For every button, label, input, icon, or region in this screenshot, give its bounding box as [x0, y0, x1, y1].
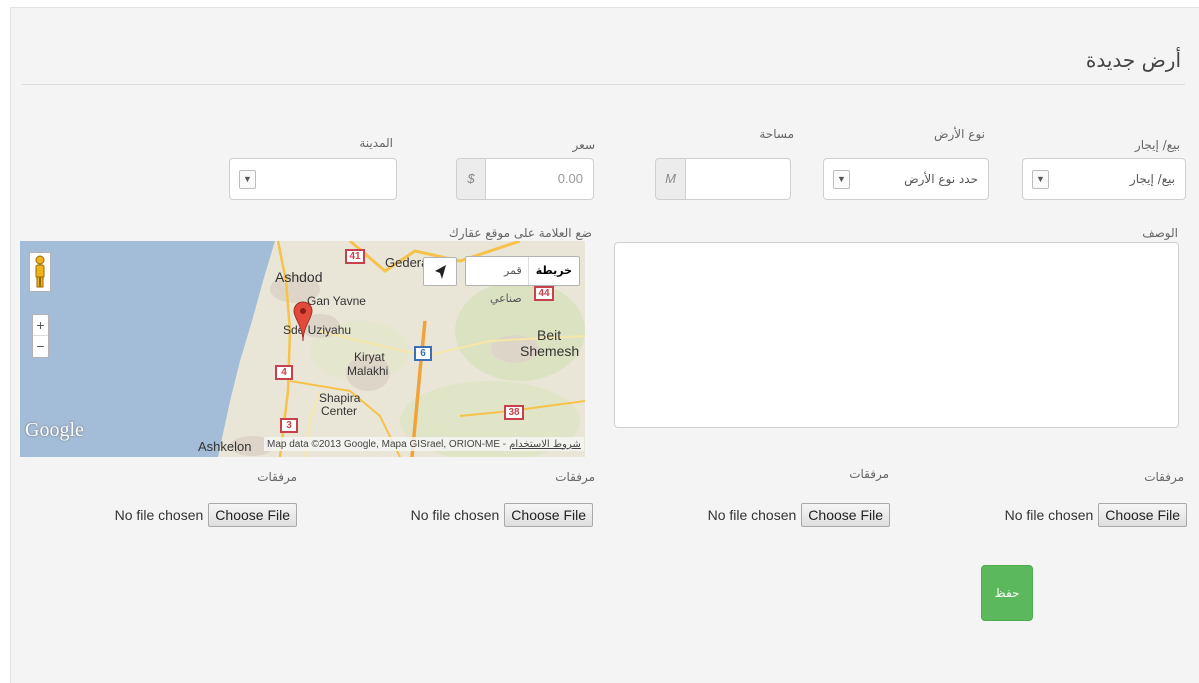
file-status: No file chosen	[707, 507, 797, 523]
attachment-label-4: مرفقات	[257, 470, 297, 484]
chevron-down-icon: ▼	[1032, 170, 1049, 189]
road-shield: 3	[280, 418, 298, 433]
location-marker-icon[interactable]	[293, 301, 313, 353]
map-place-label: Malakhi	[347, 364, 389, 378]
description-textarea[interactable]	[614, 242, 1179, 428]
land-type-select[interactable]: حدد نوع الأرض ▼	[823, 158, 989, 200]
map-attribution-text: Map data ©2013 Google, Mapa GISrael, ORI…	[267, 438, 507, 450]
attachment-file-input-4[interactable]: No file chosen Choose File	[115, 503, 297, 527]
location-map[interactable]: Ashdod Gedera Gan Yavne Sde Uziyahu Kiry…	[20, 241, 585, 457]
google-logo: Google	[25, 419, 84, 441]
save-button[interactable]: حفظ	[981, 565, 1033, 621]
map-place-label: Ashdod	[275, 269, 323, 285]
area-input[interactable]	[685, 158, 791, 200]
attachment-file-input-3[interactable]: No file chosen Choose File	[411, 503, 593, 527]
chevron-down-icon: ▼	[833, 170, 850, 189]
land-type-label: نوع الأرض	[934, 127, 985, 141]
attachment-label-3: مرفقات	[555, 470, 595, 484]
map-type-control: خريطة قمر صناعي	[465, 256, 580, 305]
road-shield: 38	[504, 405, 524, 420]
map-zoom-control: + −	[32, 314, 49, 358]
choose-file-button[interactable]: Choose File	[208, 503, 297, 527]
price-label: سعر	[572, 138, 595, 152]
land-type-value: حدد نوع الأرض	[904, 172, 978, 186]
city-label: المدينة	[359, 136, 393, 150]
road-shield: 41	[345, 249, 365, 264]
road-shield: 6	[414, 346, 432, 361]
sale-rent-value: بيع/ إيجار	[1129, 172, 1175, 186]
price-input[interactable]: 0.00	[485, 158, 594, 200]
map-place-label: Gan Yavne	[307, 294, 366, 308]
area-unit-addon: M	[655, 158, 685, 200]
price-input-group: $ 0.00	[456, 158, 594, 200]
map-type-satellite-button[interactable]: قمر صناعي	[466, 257, 528, 305]
map-place-label: Kiryat	[354, 350, 385, 364]
area-label: مساحة	[759, 127, 794, 141]
map-place-label: Center	[321, 404, 358, 418]
map-place-label: Gedera	[385, 255, 429, 270]
attachment-label-1: مرفقات	[1144, 470, 1184, 484]
map-place-label: Ashkelon	[198, 439, 252, 454]
navigation-arrow-icon	[435, 265, 446, 279]
zoom-in-button[interactable]: +	[33, 315, 48, 336]
area-input-group: M	[655, 158, 791, 200]
map-place-label: Beit	[537, 327, 562, 343]
file-status: No file chosen	[114, 507, 204, 523]
choose-file-button[interactable]: Choose File	[504, 503, 593, 527]
map-attribution: Map data ©2013 Google, Mapa GISrael, ORI…	[264, 437, 584, 451]
road-shield: 4	[275, 365, 293, 380]
zoom-out-button[interactable]: −	[33, 336, 48, 357]
title-divider	[22, 84, 1185, 85]
attachment-file-input-1[interactable]: No file chosen Choose File	[1005, 503, 1187, 527]
currency-addon: $	[456, 158, 485, 200]
map-label: ضع العلامة على موقع عقارك	[448, 226, 592, 240]
choose-file-button[interactable]: Choose File	[1098, 503, 1187, 527]
page-title: أرض جديدة	[1085, 48, 1181, 72]
attachment-file-input-2[interactable]: No file chosen Choose File	[708, 503, 890, 527]
chevron-down-icon: ▼	[239, 170, 256, 189]
sale-rent-select[interactable]: بيع/ إيجار ▼	[1022, 158, 1186, 200]
file-status: No file chosen	[410, 507, 500, 523]
road-shield: 44	[534, 286, 554, 301]
map-terms-link[interactable]: شروط الاستخدام	[509, 439, 581, 450]
description-label: الوصف	[1142, 226, 1178, 240]
street-view-pegman-icon[interactable]	[29, 252, 51, 292]
locate-button[interactable]	[423, 257, 457, 286]
map-place-label: Shemesh	[520, 343, 580, 359]
city-select[interactable]: ▼	[229, 158, 397, 200]
attachment-label-2: مرفقات	[849, 467, 889, 481]
file-status: No file chosen	[1004, 507, 1094, 523]
map-type-map-button[interactable]: خريطة	[527, 257, 579, 285]
sale-rent-label: بيع/ إيجار	[1134, 138, 1180, 152]
map-place-label: Shapira	[319, 391, 361, 405]
choose-file-button[interactable]: Choose File	[801, 503, 890, 527]
